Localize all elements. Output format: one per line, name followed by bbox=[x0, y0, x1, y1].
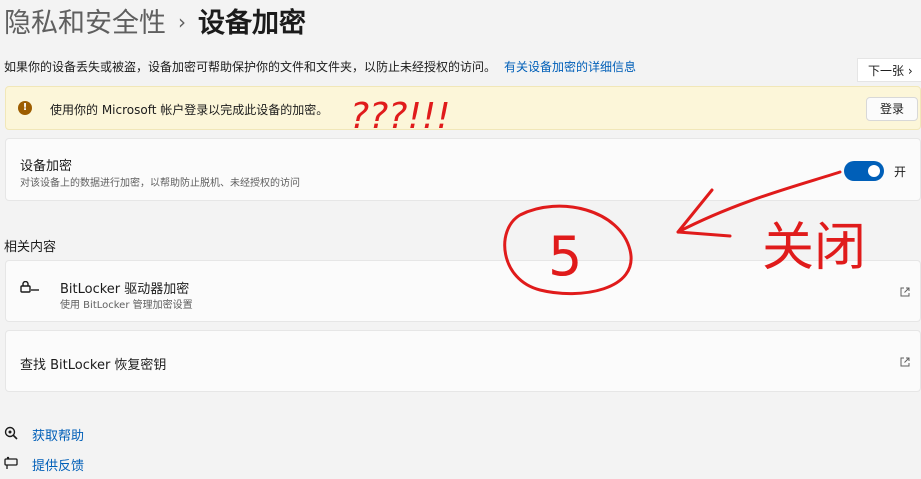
page-title: 隐私和安全性 › 设备加密 bbox=[4, 4, 306, 42]
recovery-key-card[interactable]: 查找 BitLocker 恢复密钥 bbox=[5, 330, 921, 392]
external-link-icon bbox=[900, 357, 910, 367]
feedback-link[interactable]: 提供反馈 bbox=[32, 459, 84, 474]
learn-more-link[interactable]: 有关设备加密的详细信息 bbox=[504, 60, 636, 74]
external-link-icon bbox=[900, 287, 910, 297]
device-encryption-card: 设备加密 对该设备上的数据进行加密，以帮助防止脱机、未经授权的访问 开 bbox=[5, 138, 921, 201]
device-encryption-subtitle: 对该设备上的数据进行加密，以帮助防止脱机、未经授权的访问 bbox=[20, 178, 300, 189]
signin-button[interactable]: 登录 bbox=[866, 97, 918, 121]
device-encryption-title: 设备加密 bbox=[20, 159, 73, 174]
warning-icon: ! bbox=[18, 101, 32, 115]
bitlocker-subtitle: 使用 BitLocker 管理加密设置 bbox=[60, 300, 193, 311]
help-icon bbox=[4, 426, 20, 444]
toggle-state-label: 开 bbox=[894, 165, 907, 179]
bitlocker-card[interactable]: BitLocker 驱动器加密 使用 BitLocker 管理加密设置 bbox=[5, 260, 921, 322]
signin-banner: ! 使用你的 Microsoft 帐户登录以完成此设备的加密。 登录 bbox=[5, 86, 921, 130]
bitlocker-title: BitLocker 驱动器加密 bbox=[60, 282, 190, 297]
toggle-knob bbox=[868, 165, 880, 177]
breadcrumb-separator: › bbox=[178, 10, 186, 34]
get-help-link[interactable]: 获取帮助 bbox=[32, 429, 84, 444]
bitlocker-key-icon bbox=[20, 280, 40, 297]
feedback-row[interactable]: 提供反馈 bbox=[4, 455, 84, 474]
device-encryption-toggle[interactable] bbox=[844, 161, 884, 181]
next-button[interactable]: 下一张 › bbox=[857, 58, 921, 82]
description-text: 如果你的设备丢失或被盗，设备加密可帮助保护你的文件和文件夹，以防止未经授权的访问… bbox=[4, 60, 497, 74]
related-content-heading: 相关内容 bbox=[4, 240, 57, 255]
breadcrumb-current: 设备加密 bbox=[198, 8, 306, 39]
get-help-row[interactable]: 获取帮助 bbox=[4, 425, 84, 444]
recovery-key-title: 查找 BitLocker 恢复密钥 bbox=[20, 358, 167, 373]
feedback-icon bbox=[4, 456, 20, 474]
breadcrumb-parent[interactable]: 隐私和安全性 bbox=[4, 8, 166, 39]
page-description: 如果你的设备丢失或被盗，设备加密可帮助保护你的文件和文件夹，以防止未经授权的访问… bbox=[4, 58, 636, 75]
banner-message: 使用你的 Microsoft 帐户登录以完成此设备的加密。 bbox=[50, 103, 329, 117]
